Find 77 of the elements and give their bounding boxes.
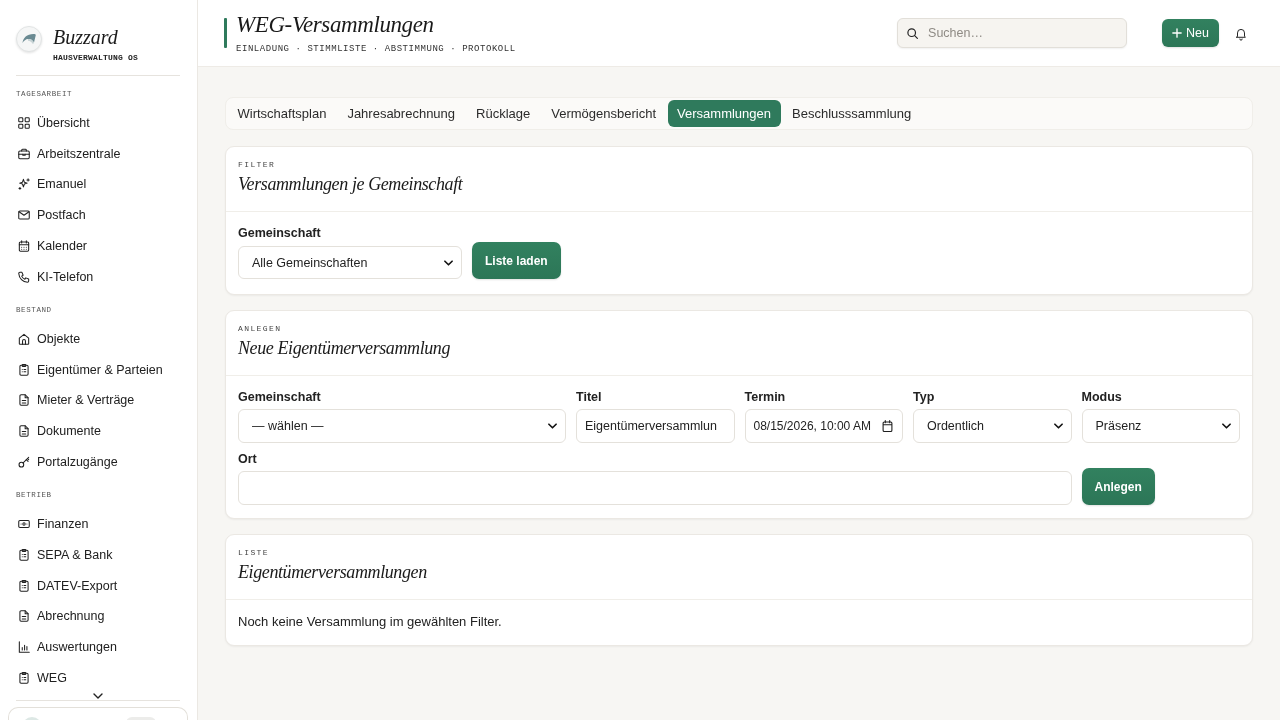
calendar-icon — [17, 238, 31, 253]
bar-chart-icon — [17, 640, 31, 655]
select-field[interactable]: Ordentlich — [913, 409, 1072, 443]
plus-icon — [1172, 28, 1183, 38]
clipboard-icon — [17, 362, 31, 377]
sidebar-item[interactable]: Übersicht — [16, 108, 90, 137]
create-button[interactable]: Anlegen — [1081, 468, 1155, 505]
new-button[interactable]: Neu — [1162, 19, 1219, 47]
page-subtitle: EINLADUNG · STIMMLISTE · ABSTIMMUNG · PROTOKOLL — [236, 42, 516, 56]
select-field[interactable]: — wählen — — [238, 409, 566, 443]
sidebar-item[interactable]: Portalzugänge — [16, 447, 118, 476]
sidebar-item[interactable]: SEPA & Bank — [16, 540, 113, 569]
sidebar-item[interactable]: Emanuel — [16, 170, 87, 199]
tab[interactable]: Versammlungen — [667, 100, 781, 127]
page-title: WEG-Versammlungen — [236, 10, 434, 39]
sidebar-item[interactable]: Mieter & Verträge — [16, 386, 135, 415]
card-title: Eigentümerversammlungen — [238, 561, 427, 584]
load-list-button[interactable]: Liste laden — [472, 242, 561, 279]
search-icon — [906, 26, 920, 40]
clipboard-icon — [17, 547, 31, 562]
text-input[interactable] — [238, 471, 1072, 505]
sidebar-item[interactable]: WEG — [16, 663, 67, 692]
empty-message: Noch keine Versammlung im gewählten Filter. — [238, 614, 502, 630]
chevron-down-icon[interactable] — [93, 693, 103, 699]
card-title: Neue Eigentümerversammlung — [238, 337, 451, 360]
sparkle-icon — [17, 177, 31, 192]
chevron-down-icon — [1053, 423, 1063, 429]
card-eyebrow: LISTE — [238, 547, 269, 559]
calendar-icon — [882, 420, 893, 432]
grid-icon — [17, 115, 31, 130]
clipboard-icon — [17, 670, 31, 685]
search-field[interactable]: Suchen… — [897, 18, 1128, 48]
sidebar-item[interactable]: Abrechnung — [16, 602, 105, 631]
tab[interactable]: Rücklage — [466, 100, 540, 127]
select-field[interactable]: Präsenz — [1081, 409, 1240, 443]
card-eyebrow: FILTER — [238, 159, 276, 171]
document-icon — [17, 609, 31, 624]
chevron-down-icon — [548, 423, 557, 429]
sidebar-item[interactable]: DATEV-Export — [16, 571, 118, 600]
tab[interactable]: Vermögensbericht — [541, 100, 666, 127]
card-title: Versammlungen je Gemeinschaft — [238, 173, 463, 196]
field-label: Ort — [238, 451, 257, 467]
logo-icon — [16, 26, 42, 52]
sidebar-item[interactable]: Objekte — [16, 324, 81, 353]
card-eyebrow: ANLEGEN — [238, 323, 282, 335]
sidebar-item[interactable]: Arbeitszentrale — [16, 139, 121, 168]
sidebar-item[interactable]: Dokumente — [16, 417, 101, 446]
field-label: Modus — [1081, 389, 1122, 405]
phone-icon — [17, 269, 31, 284]
key-icon — [17, 454, 31, 469]
sidebar-item[interactable]: Kalender — [16, 231, 88, 260]
brand-name: Buzzard — [53, 26, 118, 48]
chevron-down-icon — [1222, 423, 1231, 429]
tab[interactable]: Jahresabrechnung — [337, 100, 465, 127]
text-input[interactable]: Eigentümerversammlun — [576, 409, 735, 443]
field-label: Gemeinschaft — [238, 225, 321, 241]
document-icon — [17, 424, 31, 439]
document-icon — [17, 393, 31, 408]
sidebar-item[interactable]: Eigentümer & Parteien — [16, 355, 163, 384]
datetime-field[interactable]: 08/15/2026, 10:00 AM — [744, 409, 903, 443]
clipboard-icon — [17, 578, 31, 593]
sidebar-item[interactable]: Postfach — [16, 201, 86, 230]
tab[interactable]: Beschlusssammlung — [782, 100, 921, 127]
house-icon — [17, 331, 31, 346]
chevron-down-icon — [444, 259, 453, 266]
sidebar-item[interactable]: Finanzen — [16, 510, 89, 539]
select-field[interactable]: Alle Gemeinschaften — [238, 246, 462, 279]
field-label: Gemeinschaft — [238, 389, 321, 405]
briefcase-icon — [17, 146, 31, 161]
sidebar-item[interactable]: KI-Telefon — [16, 262, 94, 291]
envelope-icon — [17, 208, 31, 223]
field-label: Termin — [744, 389, 786, 405]
sidebar-item[interactable]: Auswertungen — [16, 633, 117, 662]
tab[interactable]: Wirtschaftsplan — [228, 100, 336, 127]
field-label: Titel — [576, 389, 602, 405]
brand-tagline: HAUSVERWALTUNG OS — [53, 52, 138, 64]
field-label: Typ — [913, 389, 935, 405]
